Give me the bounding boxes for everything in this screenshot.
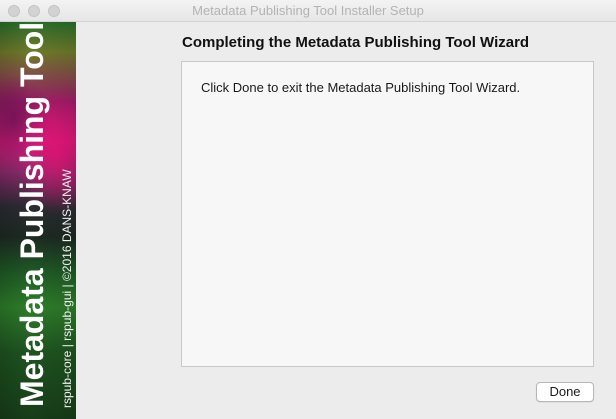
banner-title: Metadata Publishing Tool — [14, 22, 50, 407]
wizard-sidebar-banner: Metadata Publishing Tool rspub-core | rs… — [0, 22, 76, 419]
window-title: Metadata Publishing Tool Installer Setup — [192, 3, 424, 18]
content-panel: Click Done to exit the Metadata Publishi… — [181, 61, 594, 367]
title-bar[interactable]: Metadata Publishing Tool Installer Setup — [0, 0, 616, 22]
completion-message: Click Done to exit the Metadata Publishi… — [201, 80, 521, 95]
page-title: Completing the Metadata Publishing Tool … — [182, 34, 530, 51]
installer-window: Metadata Publishing Tool Installer Setup… — [0, 0, 616, 419]
done-button[interactable]: Done — [536, 382, 594, 402]
banner-credit: rspub-core | rspub-gui | ©2016 DANS-KNAW — [60, 169, 74, 408]
wizard-main-panel: Completing the Metadata Publishing Tool … — [76, 22, 616, 419]
